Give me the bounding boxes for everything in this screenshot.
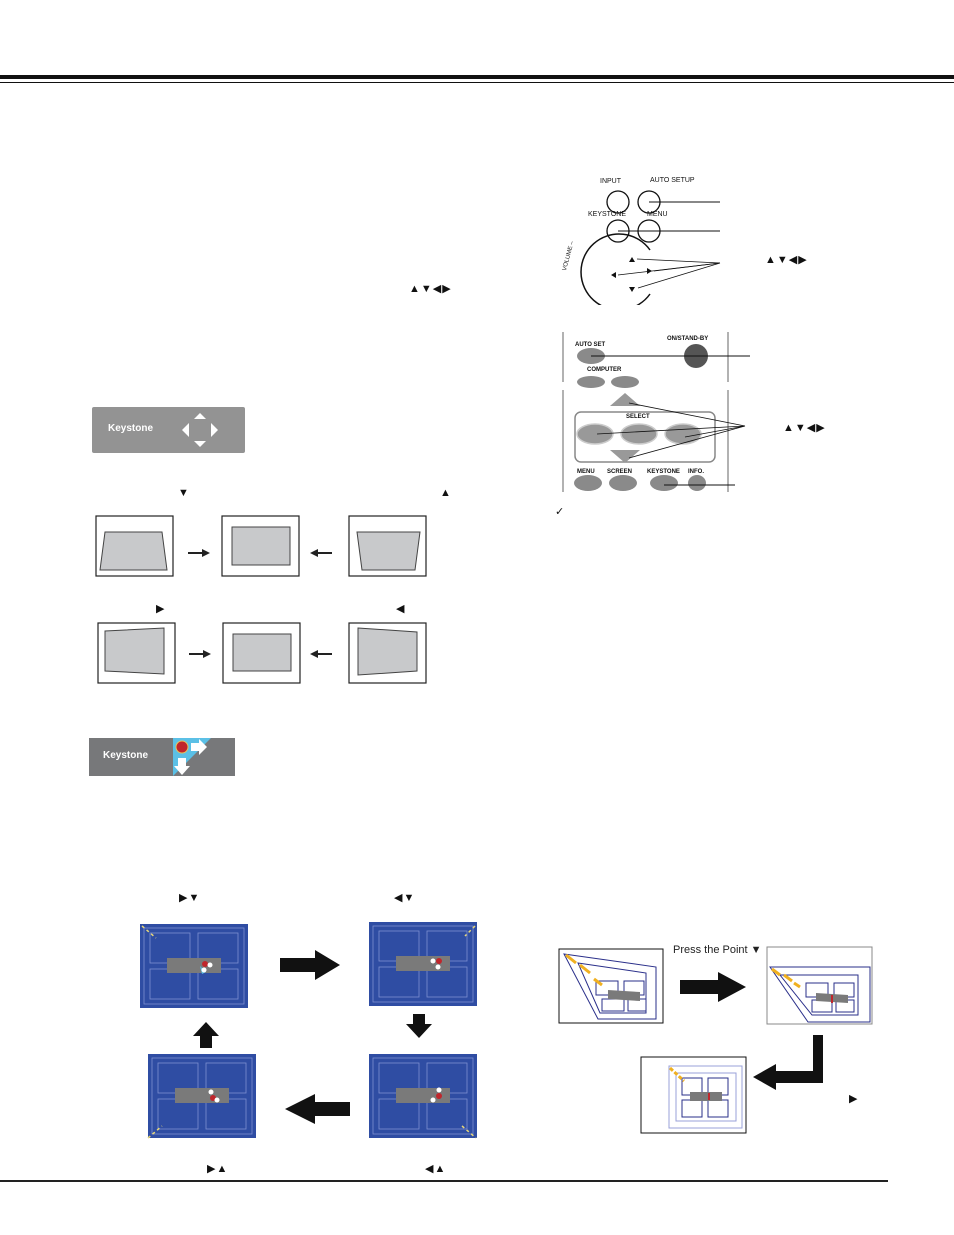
header-rule-thin xyxy=(0,82,954,83)
trapezoid-bottom-narrow-frame xyxy=(348,515,427,577)
info-label: INFO. xyxy=(688,469,704,475)
select-right-button xyxy=(664,423,702,445)
osd-keystone-label: Keystone xyxy=(108,423,154,434)
menu-button xyxy=(574,475,602,491)
corner-label-bottom-left: ▶▲ xyxy=(207,1163,229,1175)
arrow-keys-glyph: ▲▼◀▶ xyxy=(409,283,452,295)
osd-corner-keystone-label: Keystone xyxy=(103,750,149,761)
corrected-rectangle-frame xyxy=(222,622,301,684)
arrow-right-icon xyxy=(680,972,746,1002)
arrow-left-icon xyxy=(310,650,332,658)
screen-top-left-corner xyxy=(140,923,249,1009)
trapezoid-right-tall-frame xyxy=(97,622,176,684)
arrow-down-left-icon xyxy=(753,1035,823,1090)
computer-button-right xyxy=(611,376,639,388)
projector-top-control-panel xyxy=(580,190,721,305)
footer-rule xyxy=(0,1180,888,1182)
corner-label-top-left: ▶▼ xyxy=(179,892,201,904)
note-check-icon: ✓ xyxy=(555,506,565,518)
arrow-up-icon xyxy=(193,1022,219,1048)
screen-bottom-left-corner xyxy=(147,1053,257,1139)
vertical-keystone-diagram xyxy=(95,515,427,577)
next-right-glyph: ▶ xyxy=(849,1093,859,1105)
auto-set-label: AUTO SET xyxy=(575,342,606,348)
corrected-screen-result xyxy=(640,1056,747,1134)
header-rule-thick xyxy=(0,75,954,79)
screen-top-right-corner xyxy=(368,921,478,1007)
auto-setup-label: AUTO SETUP xyxy=(650,177,695,184)
remote-menu-label: MENU xyxy=(577,469,595,475)
remote-arrow-keys-glyph: ▲▼◀▶ xyxy=(783,422,826,434)
keystone-button xyxy=(650,475,678,491)
screen-label: SCREEN xyxy=(607,469,633,475)
keystone-label: KEYSTONE xyxy=(588,211,626,218)
corner-keystone-cycle-diagram xyxy=(140,921,478,1139)
corner-label-bottom-right: ◀▲ xyxy=(425,1163,447,1175)
computer-label: COMPUTER xyxy=(587,367,622,373)
distorted-screen-after xyxy=(766,946,873,1025)
down-arrow-glyph: ▼ xyxy=(178,487,190,499)
up-arrow-glyph: ▲ xyxy=(440,487,452,499)
trapezoid-top-narrow-frame xyxy=(95,515,174,577)
osd-keystone-dialog: Keystone xyxy=(92,407,245,453)
select-center-button xyxy=(620,423,658,445)
arrow-right-icon xyxy=(189,650,211,658)
corner-label-top-right: ◀▼ xyxy=(394,892,416,904)
remote-keystone-label: KEYSTONE xyxy=(647,469,680,475)
point-adjust-example-diagram xyxy=(558,946,873,1134)
volume-ring xyxy=(580,233,651,305)
volume-label: VOLUME – xyxy=(562,240,576,272)
screen-button xyxy=(609,475,637,491)
distorted-screen-before xyxy=(558,948,664,1024)
menu-label: MENU xyxy=(647,211,668,218)
top-panel-arrow-keys-glyph: ▲▼◀▶ xyxy=(765,254,808,266)
arrow-left-icon xyxy=(310,549,332,557)
screen-bottom-right-corner xyxy=(368,1053,478,1139)
horizontal-keystone-diagram xyxy=(97,622,427,684)
right-arrow-glyph: ▶ xyxy=(156,603,166,615)
left-arrow-glyph: ◀ xyxy=(396,603,406,615)
arrow-right-icon xyxy=(280,950,340,980)
select-label: SELECT xyxy=(626,414,650,420)
computer-button-left xyxy=(577,376,605,388)
input-button xyxy=(606,190,630,214)
four-direction-arrows-icon xyxy=(182,413,218,447)
input-label: INPUT xyxy=(600,178,621,185)
arrow-left-icon xyxy=(285,1094,350,1124)
osd-corner-keystone-dialog: Keystone xyxy=(89,738,235,776)
corrected-rectangle-frame xyxy=(221,515,300,577)
on-standby-label: ON/STAND-BY xyxy=(667,336,709,342)
arrow-right-icon xyxy=(188,549,210,557)
trapezoid-left-tall-frame xyxy=(348,622,427,684)
info-button xyxy=(688,475,706,491)
arrow-down-icon xyxy=(406,1014,432,1038)
select-left-button xyxy=(576,423,614,445)
corner-point-arrows-icon xyxy=(173,738,211,776)
